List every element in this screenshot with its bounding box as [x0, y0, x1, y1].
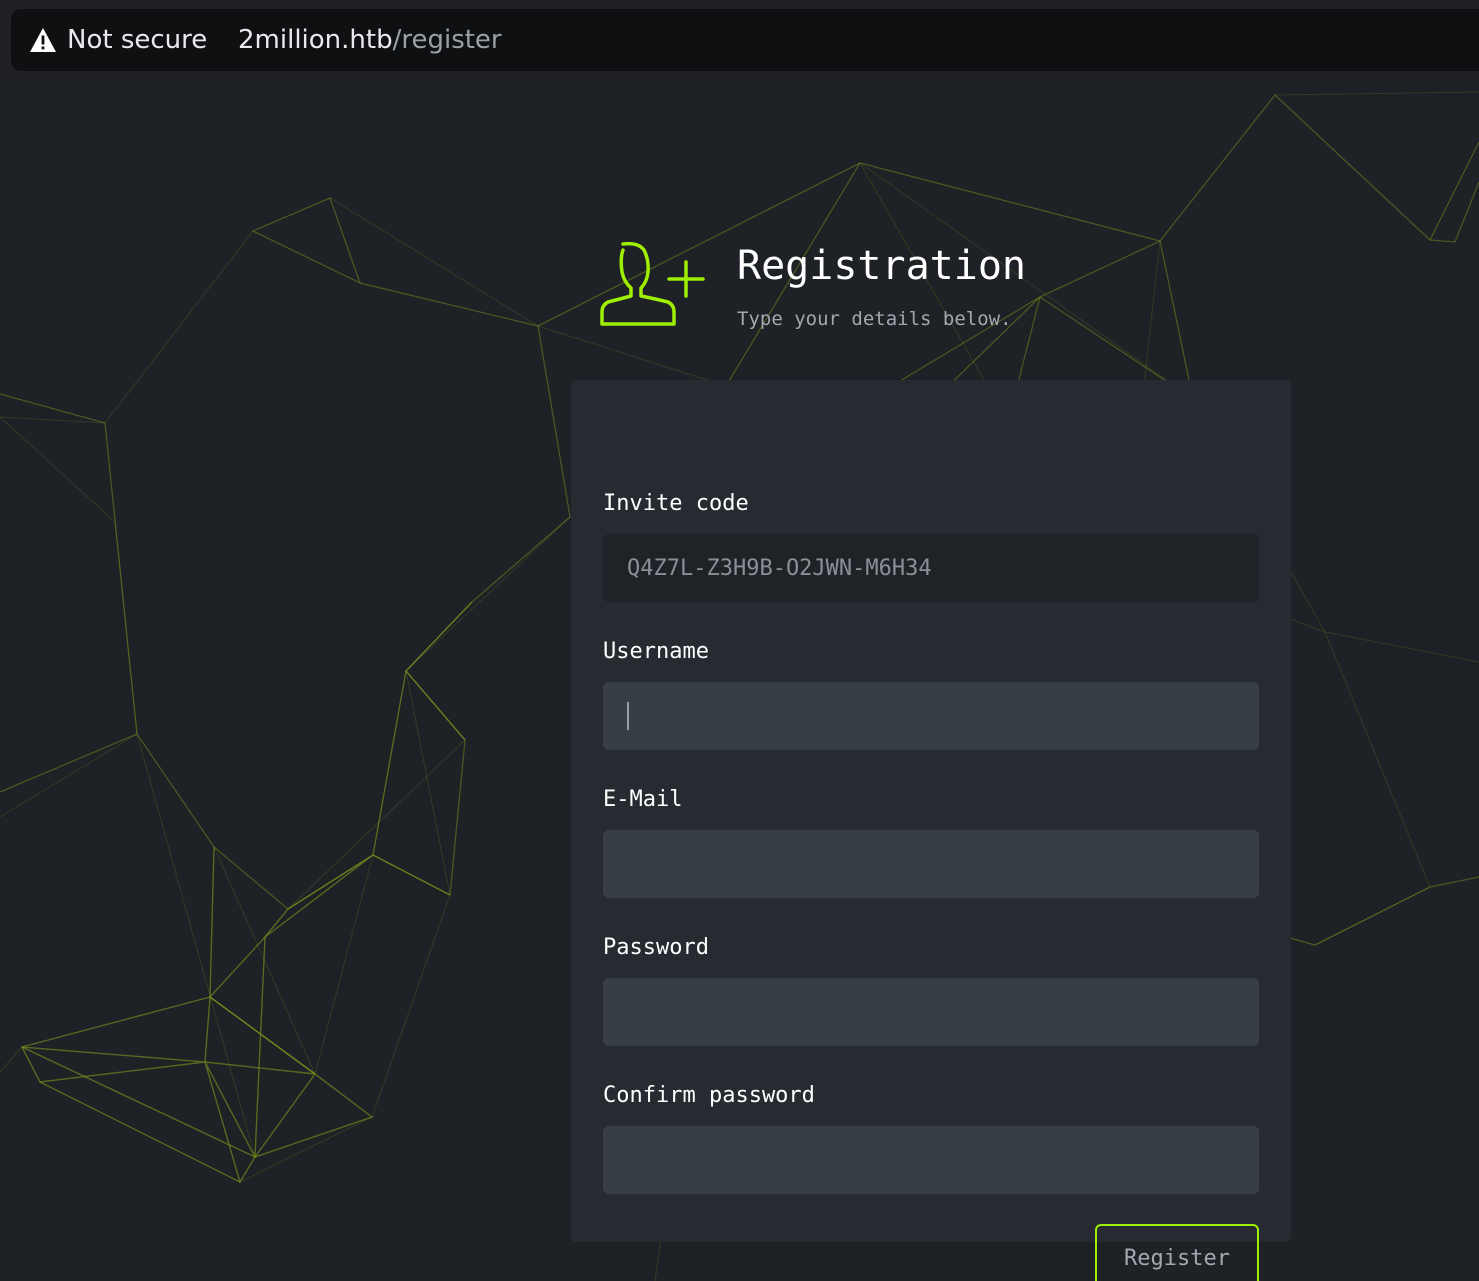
registration-form: Invite code Username E-Mail Password Con…: [571, 380, 1291, 1281]
invite-code-field[interactable]: [603, 534, 1259, 602]
page-viewport: Registration Type your details below. In…: [0, 82, 1479, 1281]
warning-icon[interactable]: [29, 27, 57, 53]
url-text[interactable]: 2million.htb/register: [238, 23, 502, 57]
username-label: Username: [603, 639, 709, 664]
security-status-label[interactable]: Not secure: [67, 23, 207, 57]
text-caret: [627, 702, 629, 730]
confirm-password-field[interactable]: [603, 1126, 1259, 1194]
password-label: Password: [603, 935, 709, 960]
url-host: 2million.htb: [238, 25, 393, 55]
invite-code-label: Invite code: [603, 491, 749, 516]
user-plus-icon: [600, 241, 705, 326]
password-field[interactable]: [603, 978, 1259, 1046]
register-button[interactable]: Register: [1095, 1224, 1259, 1281]
confirm-password-label: Confirm password: [603, 1083, 815, 1108]
browser-toolbar: Not secure 2million.htb/register: [0, 0, 1479, 82]
url-path: /register: [392, 25, 502, 55]
username-field[interactable]: [603, 682, 1259, 750]
address-bar[interactable]: [11, 9, 1479, 71]
page-subtitle: Type your details below.: [737, 308, 1012, 330]
page-title: Registration: [737, 243, 1026, 289]
email-label: E-Mail: [603, 787, 683, 812]
email-field[interactable]: [603, 830, 1259, 898]
